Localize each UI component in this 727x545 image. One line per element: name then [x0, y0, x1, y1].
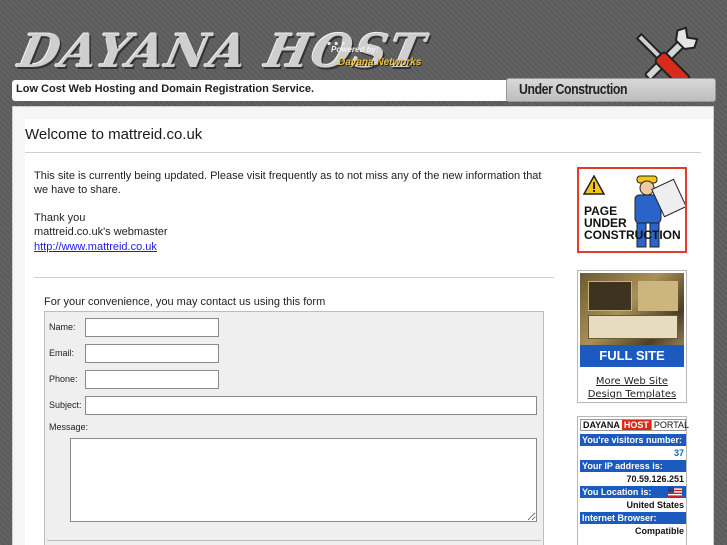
page-title: Welcome to mattreid.co.uk	[25, 126, 203, 143]
name-label: Name:	[49, 322, 76, 332]
message-label: Message:	[49, 422, 89, 432]
browser-value: Compatible	[634, 526, 684, 536]
message-field[interactable]	[70, 438, 537, 522]
location-label: You Location is:	[580, 486, 686, 498]
powered-by-label: Powered by:	[331, 45, 379, 54]
form-intro-text: For your convenience, you may contact us…	[44, 296, 326, 308]
preview-panel	[638, 281, 678, 311]
portal-word: PORTAL	[650, 420, 691, 430]
portal-widget: DAYANA HOST PORTAL You're visitors numbe…	[577, 416, 689, 545]
powered-by-name: Dayana Networks	[338, 57, 422, 68]
portal-header: DAYANA HOST PORTAL	[580, 419, 689, 431]
page-under-construction-sign: PAGE UNDER CONSTRUCTION	[577, 167, 687, 253]
phone-field[interactable]	[85, 370, 219, 389]
under-construction-badge: Under Construction	[506, 78, 716, 102]
email-field[interactable]	[85, 344, 219, 363]
tagline-bar: Low Cost Web Hosting and Domain Registra…	[12, 78, 716, 102]
email-label: Email:	[49, 348, 75, 358]
template-preview-image[interactable]: FULL SITE	[580, 273, 684, 367]
content-area: Welcome to mattreid.co.uk This site is c…	[25, 119, 713, 545]
webmaster-text: mattreid.co.uk's webmaster	[34, 226, 168, 238]
form-divider	[47, 540, 541, 541]
warning-icon	[583, 175, 605, 195]
subject-field[interactable]	[85, 396, 537, 415]
under-construction-label: Under Construction	[519, 81, 628, 98]
ip-label: Your IP address is:	[580, 460, 686, 472]
preview-panel	[588, 281, 632, 311]
content-divider	[34, 277, 554, 278]
site-tagline: Low Cost Web Hosting and Domain Registra…	[16, 83, 315, 95]
intro-text: This site is currently being updated. Pl…	[34, 170, 542, 196]
more-templates-link[interactable]: More Web Site Design Templates	[578, 375, 686, 401]
location-label-text: You Location is:	[582, 487, 652, 497]
subject-label: Subject:	[49, 400, 82, 410]
portal-host: HOST	[621, 420, 651, 430]
visitors-label: You're visitors number:	[580, 434, 686, 446]
location-value: United States	[626, 500, 684, 510]
preview-panel	[588, 315, 678, 339]
name-field[interactable]	[85, 318, 219, 337]
visitors-value: 37	[673, 448, 684, 458]
sign-line: CONSTRUCTION	[584, 228, 681, 242]
full-site-label[interactable]: FULL SITE	[580, 345, 684, 367]
site-link[interactable]: http://www.mattreid.co.uk	[34, 240, 157, 254]
thanks-text: Thank you	[34, 212, 86, 224]
templates-promo[interactable]: FULL SITE More Web Site Design Templates	[577, 270, 687, 403]
browser-label: Internet Browser:	[580, 512, 686, 524]
title-divider	[25, 152, 701, 153]
main-panel: Welcome to mattreid.co.uk This site is c…	[12, 106, 714, 545]
us-flag-icon	[668, 487, 682, 497]
ip-value: 70.59.126.251	[626, 474, 684, 484]
contact-form: Name: Email: Phone: Subject: Message:	[44, 311, 544, 545]
portal-brand: DAYANA	[583, 420, 620, 430]
sign-text: PAGE UNDER CONSTRUCTION	[584, 205, 681, 242]
phone-label: Phone:	[49, 374, 78, 384]
